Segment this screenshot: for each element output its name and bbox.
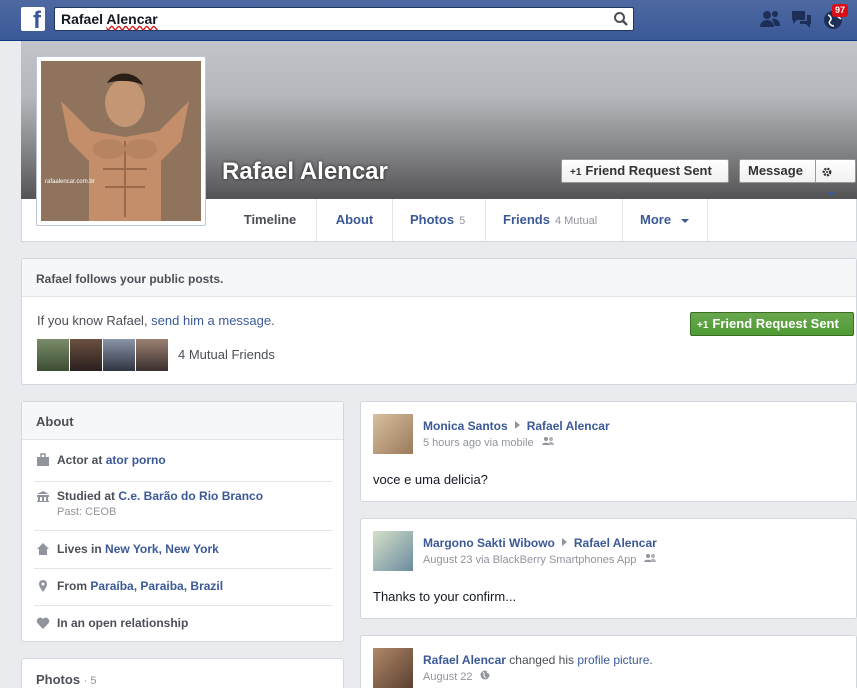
search-input[interactable]: Rafael Alencar: [54, 7, 634, 31]
location-pin-icon: [39, 580, 47, 592]
know-him-line: If you know Rafael, send him a message.: [37, 313, 275, 328]
options-menu-button[interactable]: [815, 159, 856, 196]
add-friend-icon: +1: [570, 167, 582, 178]
post-meta[interactable]: 5 hours ago via mobile: [423, 436, 555, 449]
mutual-friend-avatar[interactable]: [103, 339, 135, 371]
message-button[interactable]: Message: [739, 159, 816, 183]
about-work: Actor at ator porno: [34, 453, 332, 482]
school-link[interactable]: C.e. Barão do Rio Branco: [118, 489, 263, 503]
author-link[interactable]: Rafael Alencar: [423, 653, 506, 667]
hometown-link[interactable]: Paraíba, Paraiba, Brazil: [90, 579, 223, 593]
tab-about[interactable]: About: [317, 199, 393, 241]
send-message-link[interactable]: send him a message: [151, 313, 271, 328]
author-link[interactable]: Monica Santos: [423, 419, 508, 433]
notifications-count-badge[interactable]: 97: [832, 4, 849, 17]
about-education: Studied at C.e. Barão do Rio Branco Past…: [34, 489, 332, 531]
follow-heading: Rafael follows your public posts.: [22, 259, 856, 297]
about-relationship: In an open relationship: [34, 616, 332, 638]
post-body: voce e uma delicia?: [373, 472, 488, 487]
author-avatar[interactable]: [373, 414, 413, 454]
top-bar: f Rafael Alencar 97: [0, 0, 857, 41]
timeline-post: Monica Santos Rafael Alencar 5 hours ago …: [360, 401, 857, 502]
target-link[interactable]: Rafael Alencar: [527, 419, 610, 433]
add-friend-icon: +1: [697, 320, 709, 331]
profile-photo-figure: [41, 61, 201, 221]
public-globe-icon: [480, 670, 490, 680]
mutual-friends-thumbnails: [37, 339, 169, 374]
arrow-right-icon: [561, 538, 567, 546]
post-header: Margono Sakti Wibowo Rafael Alencar: [423, 536, 657, 550]
post-meta[interactable]: August 22: [423, 670, 490, 683]
about-from: From Paraíba, Paraiba, Brazil: [34, 579, 332, 606]
messages-icon[interactable]: [789, 8, 813, 30]
post-header: Monica Santos Rafael Alencar: [423, 419, 610, 433]
mutual-friends-count[interactable]: 4 Mutual Friends: [178, 347, 275, 362]
chevron-down-icon: [680, 218, 689, 223]
search-icon[interactable]: [613, 11, 629, 27]
friends-audience-icon: [541, 437, 554, 445]
tab-photos[interactable]: Photos 5: [393, 199, 486, 241]
tab-more[interactable]: More: [623, 199, 708, 241]
arrow-right-icon: [514, 421, 520, 429]
heart-icon: [36, 617, 50, 629]
friend-request-sent-button[interactable]: +1 Friend Request Sent: [561, 159, 729, 183]
profile-photo: rafaalencar.com.br: [41, 61, 201, 221]
author-link[interactable]: Margono Sakti Wibowo: [423, 536, 555, 550]
tab-friends[interactable]: Friends 4 Mutual: [486, 199, 623, 241]
school-icon: [37, 491, 49, 502]
photo-watermark: rafaalencar.com.br: [45, 179, 95, 185]
about-title: About: [22, 402, 343, 440]
home-icon: [37, 543, 49, 555]
gear-icon: [822, 167, 832, 176]
mutual-friend-avatar[interactable]: [37, 339, 69, 371]
past-school: Past: CEOB: [57, 506, 117, 518]
about-card: About Actor at ator porno Studied at C.e…: [21, 401, 344, 642]
about-lives-in: Lives in New York, New York: [34, 542, 332, 569]
author-avatar[interactable]: [373, 648, 413, 688]
target-link[interactable]: Rafael Alencar: [574, 536, 657, 550]
search-value: Rafael Alencar: [61, 11, 158, 27]
photos-card: Photos · 5: [21, 658, 344, 688]
mutual-friend-avatar[interactable]: [136, 339, 168, 371]
facebook-logo[interactable]: f: [21, 7, 45, 31]
post-header: Rafael Alencar changed his profile pictu…: [423, 653, 653, 667]
profile-picture-link[interactable]: profile picture: [577, 653, 649, 667]
author-avatar[interactable]: [373, 531, 413, 571]
photos-title[interactable]: Photos · 5: [22, 659, 343, 688]
chevron-down-icon: [827, 191, 835, 196]
friend-request-sent-green-button[interactable]: +1 Friend Request Sent: [690, 312, 854, 336]
current-city-link[interactable]: New York, New York: [105, 542, 219, 556]
timeline-post: Rafael Alencar changed his profile pictu…: [360, 635, 857, 688]
friend-requests-icon[interactable]: [758, 8, 782, 30]
post-meta[interactable]: August 23 via BlackBerry Smartphones App: [423, 553, 657, 566]
timeline-post: Margono Sakti Wibowo Rafael Alencar Augus…: [360, 518, 857, 619]
profile-picture[interactable]: rafaalencar.com.br: [36, 56, 206, 226]
tab-timeline[interactable]: Timeline: [224, 199, 317, 241]
post-body: Thanks to your confirm...: [373, 589, 517, 604]
profile-name[interactable]: Rafael Alencar: [222, 158, 388, 186]
friends-audience-icon: [644, 554, 657, 562]
mutual-friend-avatar[interactable]: [70, 339, 102, 371]
follow-info-box: Rafael follows your public posts. If you…: [21, 258, 857, 385]
work-link[interactable]: ator porno: [106, 453, 166, 467]
briefcase-icon: [37, 453, 49, 466]
